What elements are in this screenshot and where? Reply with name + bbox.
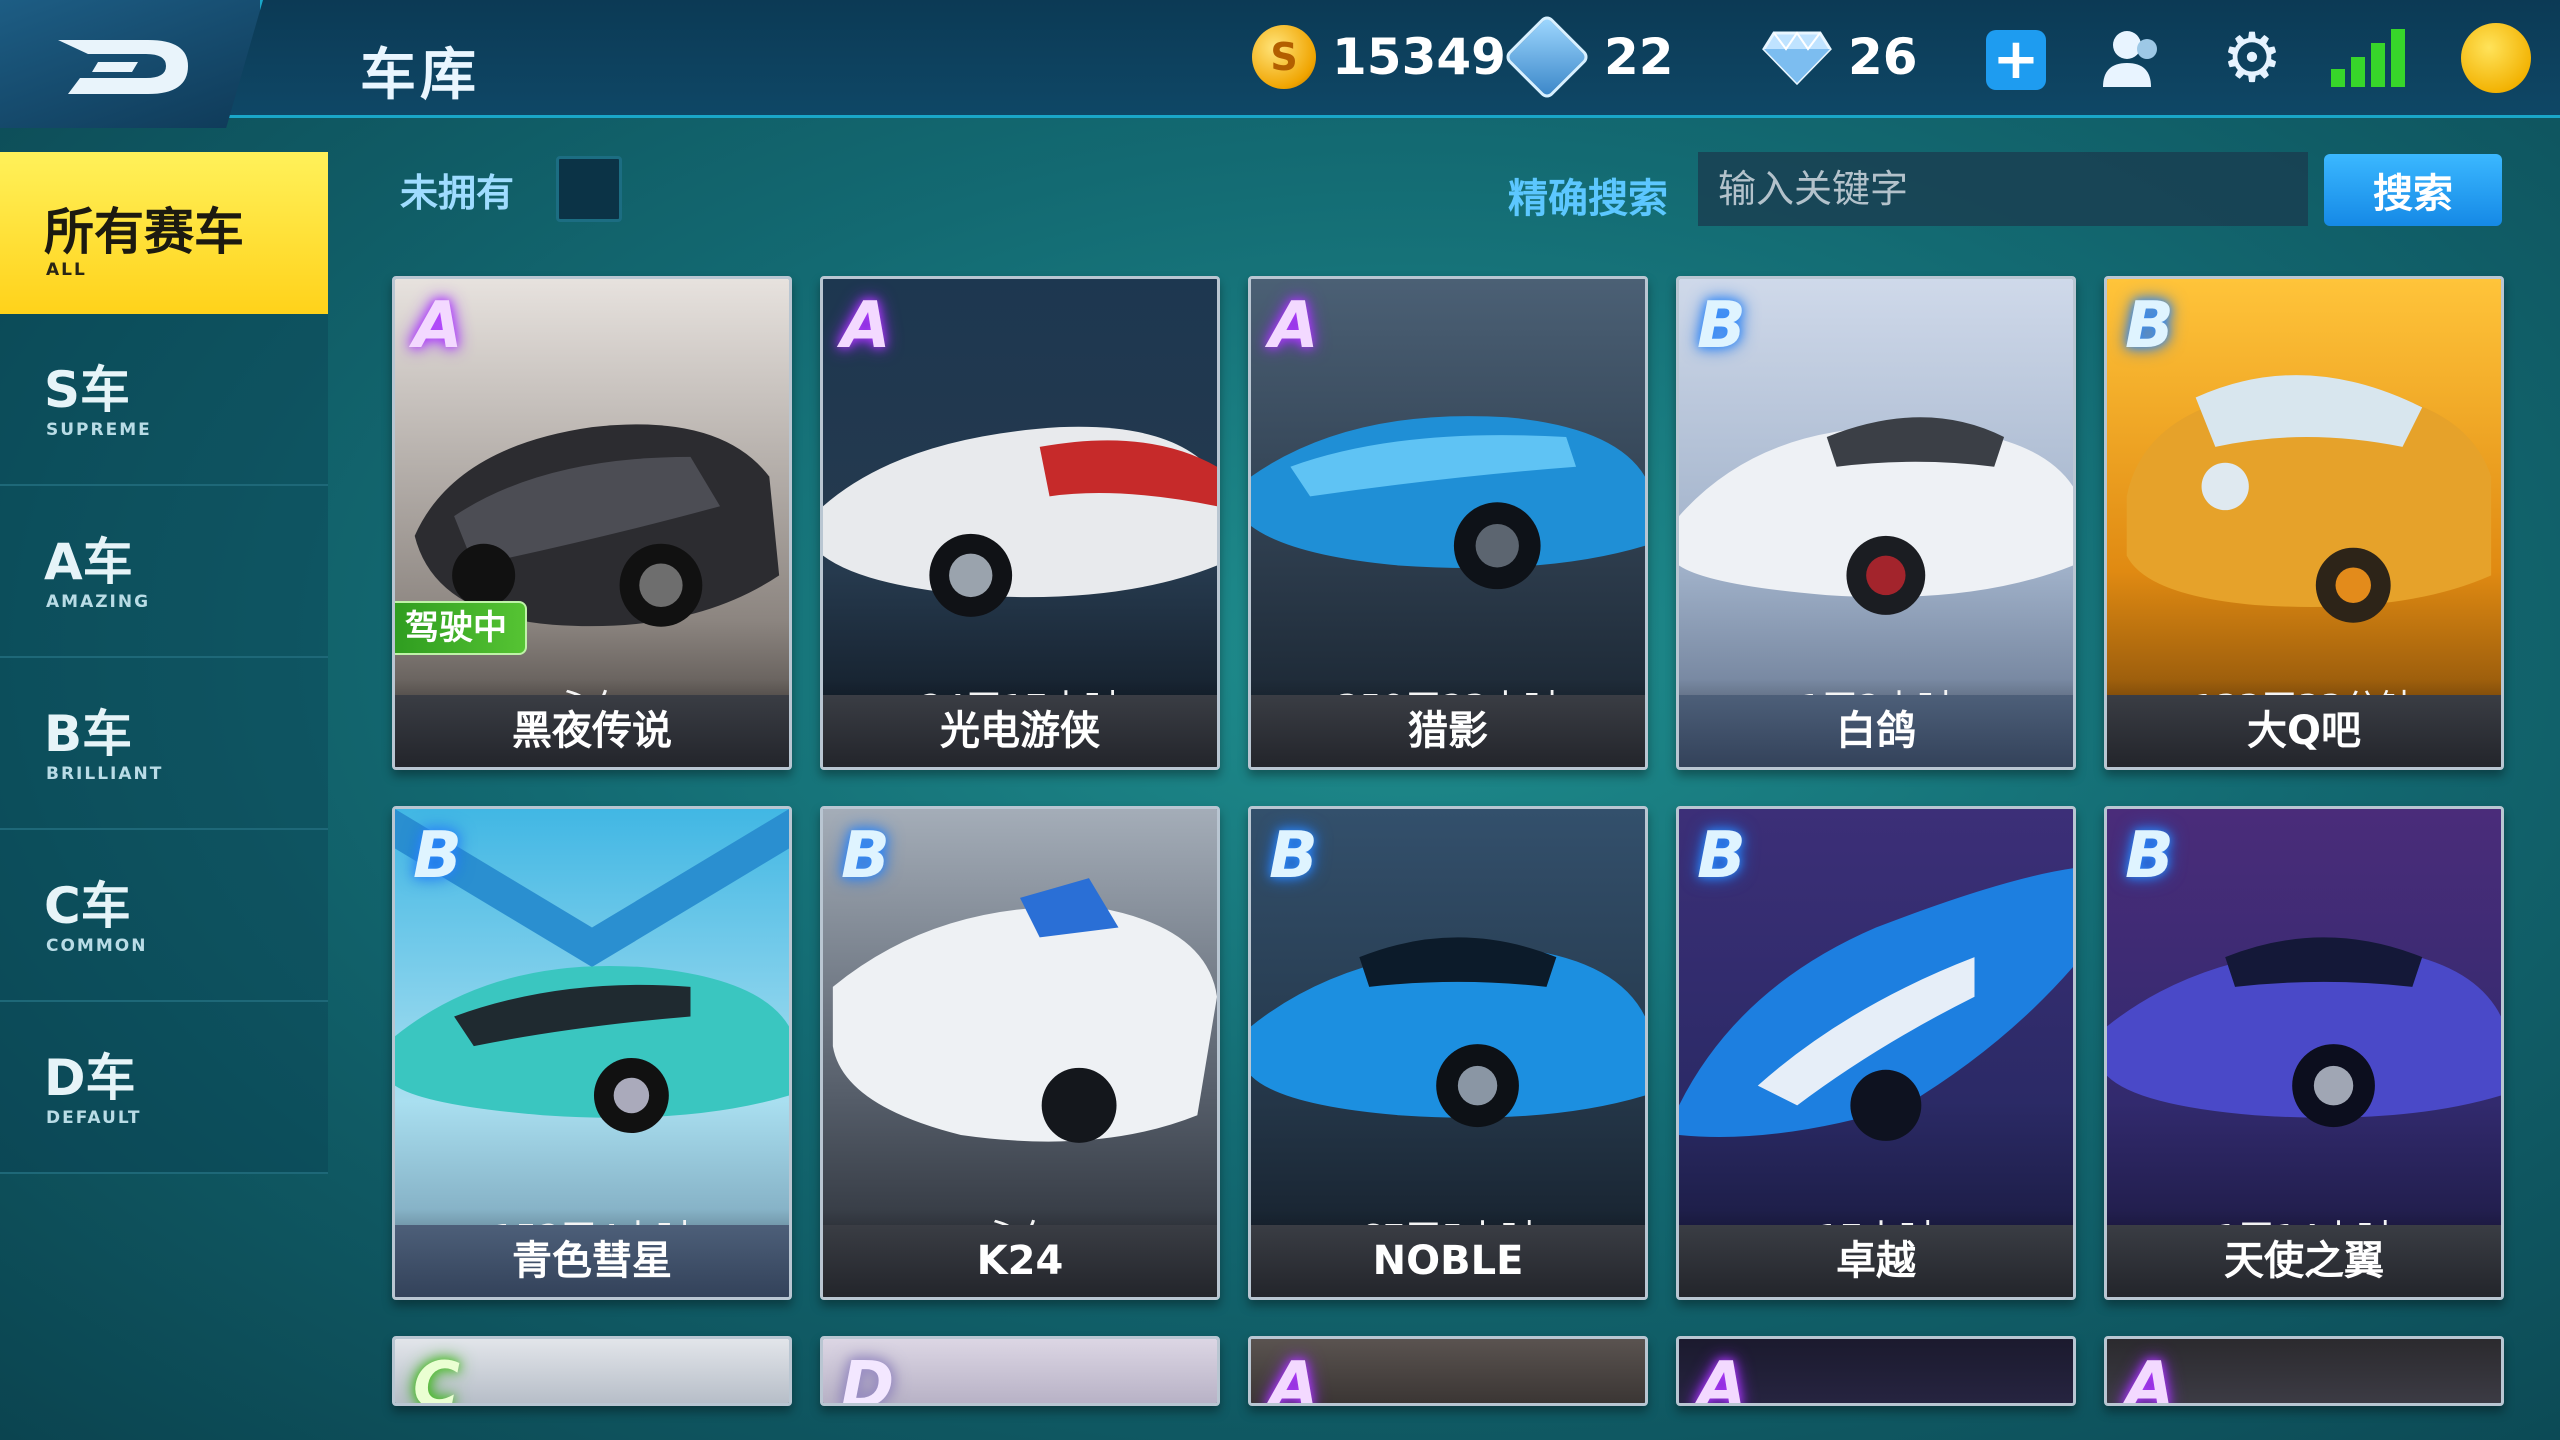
- sidebar-item-label: D车: [44, 1049, 136, 1107]
- car-name: 光电游侠: [823, 695, 1217, 767]
- car-card[interactable]: C: [392, 1336, 792, 1406]
- car-card[interactable]: A: [2104, 1336, 2504, 1406]
- diamond-icon: [1762, 31, 1832, 86]
- grade-badge: A: [1697, 1349, 1747, 1406]
- grade-badge: B: [1697, 819, 1746, 893]
- sidebar-item-sublabel: AMAZING: [46, 592, 151, 612]
- car-card[interactable]: B 133天33分钟 大Q吧: [2104, 276, 2504, 770]
- sidebar-item-sublabel: COMMON: [46, 936, 148, 956]
- grade-badge: D: [841, 1349, 895, 1406]
- settings-gear-icon[interactable]: ⚙: [2216, 19, 2288, 98]
- coin-value: 15349: [1332, 28, 1506, 86]
- signal-strength-icon: [2331, 22, 2405, 94]
- sidebar-item-sublabel: DEFAULT: [46, 1108, 142, 1128]
- car-card[interactable]: A: [1676, 1336, 2076, 1406]
- sidebar-item-label: 所有赛车: [44, 203, 244, 261]
- car-card[interactable]: A: [1248, 1336, 1648, 1406]
- sidebar-item-label: S车: [44, 361, 131, 419]
- add-currency-button[interactable]: +: [1986, 30, 2046, 90]
- grade-badge: B: [2125, 289, 2174, 363]
- ticket-counter: 22: [1503, 13, 1674, 101]
- gem-counter: 26: [1762, 22, 1918, 92]
- unowned-filter-checkbox[interactable]: [556, 156, 622, 222]
- exact-search-label: 精确搜索: [1508, 176, 1668, 222]
- grade-badge: B: [841, 819, 890, 893]
- sidebar-item-all[interactable]: 所有赛车 ALL: [0, 152, 328, 314]
- car-card[interactable]: A 驾驶中 永久 黑夜传说: [392, 276, 792, 770]
- car-card[interactable]: B 17小时 卓越: [1676, 806, 2076, 1300]
- car-name: 天使之翼: [2107, 1225, 2501, 1297]
- friends-icon[interactable]: [2096, 22, 2168, 94]
- car-card[interactable]: B 1天14小时 天使之翼: [2104, 806, 2504, 1300]
- car-name: K24: [823, 1225, 1217, 1297]
- sidebar-item-c[interactable]: C车 COMMON: [0, 830, 328, 1002]
- sidebar-item-s[interactable]: S车 SUPREME: [0, 314, 328, 486]
- player-avatar-icon[interactable]: [2460, 22, 2532, 94]
- grade-badge: A: [1269, 289, 1319, 363]
- sidebar-item-label: C车: [44, 877, 131, 935]
- grade-badge: B: [2125, 819, 2174, 893]
- car-card[interactable]: B 永久 K24: [820, 806, 1220, 1300]
- unowned-filter-label: 未拥有: [400, 171, 515, 215]
- sidebar-item-a[interactable]: A车 AMAZING: [0, 486, 328, 658]
- grade-badge: A: [2125, 1349, 2175, 1406]
- car-name: 猎影: [1251, 695, 1645, 767]
- car-card[interactable]: D: [820, 1336, 1220, 1406]
- sidebar-item-b[interactable]: B车 BRILLIANT: [0, 658, 328, 830]
- car-name: 白鸽: [1679, 695, 2073, 767]
- car-name: 青色彗星: [395, 1225, 789, 1297]
- gem-value: 26: [1848, 28, 1918, 86]
- grade-badge: A: [841, 289, 891, 363]
- top-bar: 车库 S 15349 22 26 + ⚙: [0, 0, 2560, 128]
- driving-badge: 驾驶中: [395, 601, 527, 655]
- category-sidebar: 所有赛车 ALL S车 SUPREME A车 AMAZING B车 BRILLI…: [0, 152, 328, 1174]
- sidebar-item-label: A车: [44, 533, 133, 591]
- car-name: 卓越: [1679, 1225, 2073, 1297]
- grade-badge: B: [1697, 289, 1746, 363]
- grade-badge: B: [413, 819, 462, 893]
- ticket-value: 22: [1604, 28, 1674, 86]
- sidebar-item-sublabel: ALL: [46, 260, 87, 280]
- car-name: 黑夜传说: [395, 695, 789, 767]
- coin-counter: S 15349: [1252, 22, 1506, 92]
- grade-badge: A: [413, 289, 463, 363]
- search-input[interactable]: [1698, 152, 2308, 226]
- sidebar-item-d[interactable]: D车 DEFAULT: [0, 1002, 328, 1174]
- grade-badge: A: [1269, 1349, 1319, 1406]
- ticket-icon: [1503, 13, 1591, 101]
- car-card[interactable]: B 152天4小时 青色彗星: [392, 806, 792, 1300]
- car-name: NOBLE: [1251, 1225, 1645, 1297]
- back-logo-button[interactable]: [0, 0, 263, 128]
- sidebar-item-sublabel: SUPREME: [46, 420, 152, 440]
- car-card[interactable]: B 67天5小时 NOBLE: [1248, 806, 1648, 1300]
- search-button[interactable]: 搜索: [2324, 154, 2502, 226]
- sidebar-item-sublabel: BRILLIANT: [46, 764, 164, 784]
- speed-logo-icon: [58, 40, 188, 94]
- car-name: 大Q吧: [2107, 695, 2501, 767]
- car-card[interactable]: A 24天17小时 光电游侠: [820, 276, 1220, 770]
- grade-badge: C: [413, 1349, 460, 1406]
- coin-icon: S: [1252, 25, 1316, 89]
- car-card[interactable]: B 1天2小时 白鸽: [1676, 276, 2076, 770]
- car-card[interactable]: A 359天23小时 猎影: [1248, 276, 1648, 770]
- grade-badge: B: [1269, 819, 1318, 893]
- sidebar-item-label: B车: [44, 705, 133, 763]
- page-title: 车库: [360, 43, 480, 108]
